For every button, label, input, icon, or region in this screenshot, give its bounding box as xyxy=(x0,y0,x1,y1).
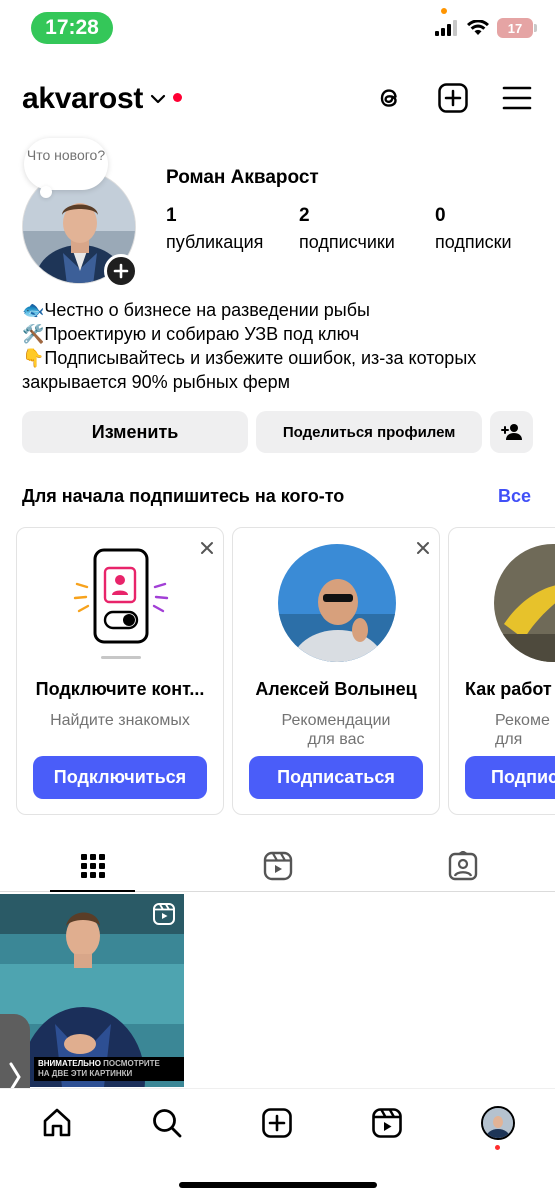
status-time[interactable]: 17:28 xyxy=(31,12,113,44)
profile-stats: 1 публикация 2 подписчики 0 подписки xyxy=(166,205,512,253)
cellular-signal-icon xyxy=(435,20,457,36)
profile-actions: Изменить Поделиться профилем xyxy=(22,411,534,453)
suggestion-card-subtitle: Найдите знакомых xyxy=(50,712,190,729)
nav-search[interactable] xyxy=(149,1105,185,1141)
profile-bio: 🐟Честно о бизнесе на разведении рыбы 🛠️П… xyxy=(22,298,539,394)
chevron-down-icon[interactable] xyxy=(149,90,167,108)
nav-reels[interactable] xyxy=(369,1105,405,1141)
reel-badge-icon xyxy=(153,903,175,925)
suggestion-card-title: Подключите конт... xyxy=(35,679,205,699)
tab-tagged[interactable] xyxy=(370,840,555,891)
status-bar: 17:28 17 xyxy=(0,0,555,58)
stat-posts-label: публикация xyxy=(166,232,264,252)
suggestions-header: Для начала подпишитесь на кого-то Все xyxy=(22,486,531,507)
post-caption-highlight: Внимательно xyxy=(38,1059,101,1068)
suggested-user-avatar[interactable] xyxy=(278,544,396,662)
profile-notification-dot xyxy=(495,1145,500,1150)
reels-icon xyxy=(263,851,292,880)
tagged-person-icon xyxy=(448,850,477,880)
profile-content-tabs xyxy=(0,840,555,892)
suggestion-card-partial[interactable]: Как работ Рекоме для Подпис xyxy=(448,527,555,815)
suggestion-card-subtitle: Рекомендации для вас xyxy=(281,712,391,748)
plus-square-icon xyxy=(262,1108,292,1138)
profile-full-name: Роман Акварост xyxy=(166,167,319,188)
nav-profile[interactable] xyxy=(480,1105,516,1141)
edit-profile-button[interactable]: Изменить xyxy=(22,411,249,453)
suggested-account-avatar[interactable] xyxy=(494,544,555,662)
see-all-link[interactable]: Все xyxy=(498,486,531,507)
connect-contacts-button[interactable]: Подключиться xyxy=(33,756,207,799)
stat-followers[interactable]: 2 подписчики xyxy=(299,205,435,253)
bio-line: закрывается 90% рыбных ферм xyxy=(22,372,291,392)
close-icon[interactable] xyxy=(199,540,215,556)
grid-icon xyxy=(80,853,105,878)
suggestion-card-subtitle: Рекоме для xyxy=(495,712,550,748)
contacts-phone-icon xyxy=(73,548,169,659)
note-bubble[interactable]: Что нового? xyxy=(24,138,108,198)
suggestions-carousel[interactable]: Подключите конт... Найдите знакомых Подк… xyxy=(16,527,555,815)
profile-photo-small xyxy=(483,1108,513,1138)
username-switcher[interactable]: akvarost xyxy=(22,82,143,116)
stat-following-count: 0 xyxy=(435,205,446,226)
suggested-user-photo xyxy=(278,544,396,662)
profile-header: akvarost xyxy=(22,76,535,122)
notification-dot xyxy=(173,92,183,102)
suggestion-card-title: Алексей Волынец xyxy=(255,679,417,699)
follow-button[interactable]: Подпис xyxy=(465,756,555,799)
avatar xyxy=(481,1106,515,1140)
battery-icon: 17 xyxy=(497,18,537,38)
wifi-icon xyxy=(467,20,489,35)
post-caption: Внимательно посмотрите на две эти картин… xyxy=(34,1057,184,1081)
create-button[interactable] xyxy=(435,80,471,116)
plus-icon xyxy=(113,263,129,279)
bio-line: 🐟Честно о бизнесе на разведении рыбы xyxy=(22,300,370,320)
status-icons: 17 xyxy=(435,18,537,38)
suggestion-card-title: Как работ xyxy=(465,679,552,699)
add-person-icon xyxy=(500,424,522,440)
tab-grid[interactable] xyxy=(0,840,185,892)
suggested-account-photo xyxy=(494,544,555,662)
menu-button[interactable] xyxy=(499,80,535,116)
home-icon xyxy=(43,1108,71,1137)
stat-following[interactable]: 0 подписки xyxy=(435,205,512,253)
bio-line: 🛠️Проектирую и собираю УЗВ под ключ xyxy=(22,324,360,344)
add-story-button[interactable] xyxy=(104,254,138,288)
home-indicator[interactable] xyxy=(179,1182,377,1188)
suggestion-card-user[interactable]: Алексей Волынец Рекомендации для вас Под… xyxy=(232,527,440,815)
hamburger-menu-icon xyxy=(502,86,532,110)
stat-posts-count: 1 xyxy=(166,205,177,226)
discover-people-button[interactable] xyxy=(490,411,534,453)
nav-home[interactable] xyxy=(39,1105,75,1141)
search-icon xyxy=(153,1109,182,1138)
follow-button[interactable]: Подписаться xyxy=(249,756,423,799)
share-profile-button[interactable]: Поделиться профилем xyxy=(256,411,483,453)
nav-create[interactable] xyxy=(259,1105,295,1141)
privacy-indicator-dot xyxy=(441,8,447,14)
bio-line: 👇Подписывайтесь и избежите ошибок, из-за… xyxy=(22,348,477,368)
stat-followers-count: 2 xyxy=(299,205,310,226)
stat-followers-label: подписчики xyxy=(299,232,395,252)
threads-button[interactable] xyxy=(371,80,407,116)
stat-following-label: подписки xyxy=(435,232,512,252)
suggestion-card-contacts[interactable]: Подключите конт... Найдите знакомых Подк… xyxy=(16,527,224,815)
post-caption-rest: посмотрите xyxy=(100,1059,160,1068)
suggestions-title: Для начала подпишитесь на кого-то xyxy=(22,486,345,506)
stat-posts[interactable]: 1 публикация xyxy=(166,205,299,253)
post-caption-line2: на две эти картинки xyxy=(38,1069,133,1078)
tab-reels[interactable] xyxy=(185,840,370,891)
reels-icon xyxy=(372,1108,402,1138)
threads-icon xyxy=(380,89,397,107)
plus-square-icon xyxy=(438,83,468,113)
close-icon[interactable] xyxy=(415,540,431,556)
